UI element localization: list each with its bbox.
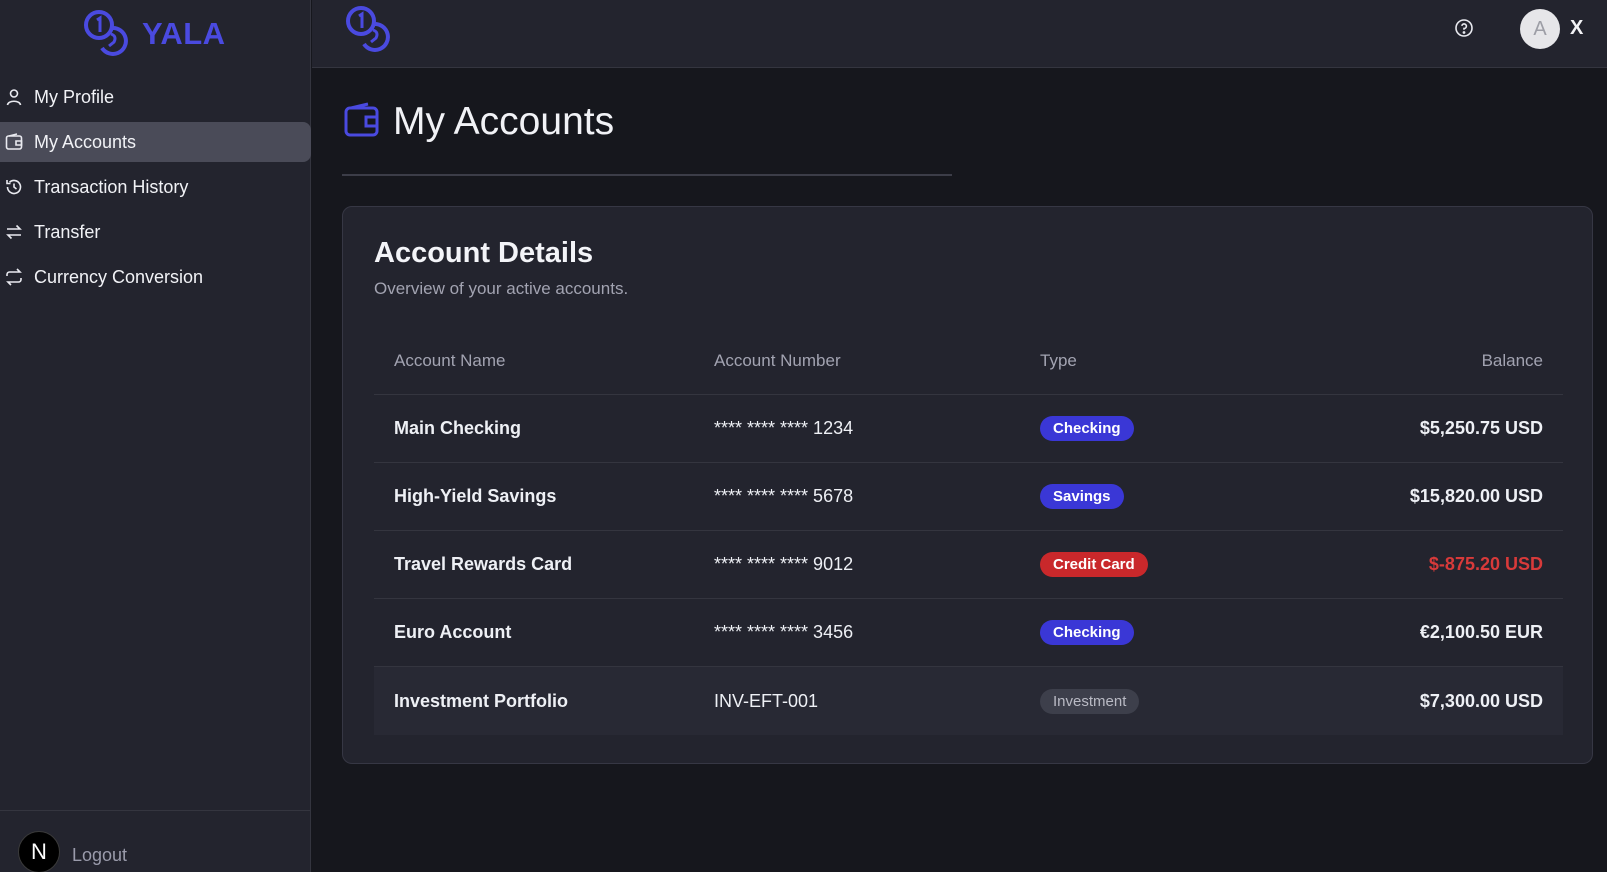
type-badge: Credit Card (1040, 552, 1148, 577)
column-header-type: Type (1040, 350, 1077, 370)
sidebar-nav: My Profile My Accounts Transaction Histo… (0, 77, 311, 302)
accounts-table: Account Name Account Number Type Balance… (374, 327, 1563, 735)
account-name: Investment Portfolio (394, 690, 569, 711)
wallet-icon (343, 101, 381, 144)
account-name: Euro Account (394, 622, 512, 642)
table-row[interactable]: Main Checking **** **** **** 1234 Checki… (374, 395, 1563, 463)
type-badge: Investment (1040, 688, 1140, 714)
account-name: High-Yield Savings (394, 486, 557, 506)
account-details-card: Account Details Overview of your active … (342, 206, 1593, 764)
account-avatar[interactable]: N (18, 831, 60, 872)
account-number: **** **** **** 1234 (714, 418, 854, 438)
account-number: **** **** **** 5678 (714, 486, 854, 506)
account-name: Travel Rewards Card (394, 554, 573, 574)
user-icon (4, 87, 24, 107)
help-circle-icon[interactable] (1453, 17, 1475, 39)
type-badge: Checking (1040, 620, 1134, 645)
sidebar-item-label: Currency Conversion (34, 266, 204, 287)
sidebar-item-label: My Accounts (34, 131, 137, 152)
wallet-icon (4, 132, 24, 152)
column-header-balance: Balance (1481, 350, 1543, 370)
user-menu-button[interactable]: X (1570, 17, 1583, 40)
topbar: A X (312, 0, 1607, 68)
logo-icon[interactable] (344, 4, 392, 57)
user-avatar[interactable]: A (1520, 9, 1560, 49)
table-row[interactable]: Travel Rewards Card **** **** **** 9012 … (374, 531, 1563, 599)
history-icon (4, 177, 24, 197)
page-header: My Accounts (343, 100, 614, 144)
column-header-account-number: Account Number (714, 350, 841, 370)
table-row[interactable]: Euro Account **** **** **** 3456 Checkin… (374, 599, 1563, 667)
sidebar-item-currency-conversion[interactable]: Currency Conversion (0, 257, 311, 297)
brand-name: YALA (142, 16, 226, 51)
table-row[interactable]: High-Yield Savings **** **** **** 5678 S… (374, 463, 1563, 531)
account-number: **** **** **** 9012 (714, 554, 854, 574)
account-balance: $-875.20 USD (1428, 554, 1543, 574)
sidebar-item-label: My Profile (34, 86, 115, 107)
account-balance: $7,300.00 USD (1419, 690, 1543, 711)
logout-button[interactable]: Logout (72, 845, 127, 866)
account-number: **** **** **** 3456 (714, 622, 854, 642)
table-row[interactable]: Investment Portfolio INV-EFT-001 Investm… (374, 667, 1563, 735)
table-header: Account Name Account Number Type Balance (374, 327, 1563, 395)
sidebar: YALA My Profile My Accounts Transaction … (0, 0, 311, 872)
logo-icon (82, 8, 130, 61)
sidebar-item-label: Transfer (34, 221, 101, 242)
card-subtitle: Overview of your active accounts. (374, 279, 629, 298)
brand[interactable]: YALA (82, 8, 226, 61)
sidebar-footer: N Logout (0, 810, 311, 872)
account-number: INV-EFT-001 (714, 690, 819, 711)
repeat-icon (4, 267, 24, 287)
type-badge: Checking (1040, 416, 1134, 441)
account-balance: $15,820.00 USD (1409, 486, 1543, 506)
account-balance: €2,100.50 EUR (1419, 622, 1543, 642)
sidebar-item-my-accounts[interactable]: My Accounts (0, 122, 311, 162)
sidebar-item-my-profile[interactable]: My Profile (0, 77, 311, 117)
card-title: Account Details (374, 237, 594, 269)
app-root: YALA My Profile My Accounts Transaction … (0, 0, 1607, 872)
account-name: Main Checking (394, 418, 522, 438)
account-balance: $5,250.75 USD (1419, 418, 1543, 438)
sidebar-item-transaction-history[interactable]: Transaction History (0, 167, 311, 207)
divider (342, 174, 952, 176)
sidebar-item-label: Transaction History (34, 176, 189, 197)
transfer-icon (4, 222, 24, 242)
column-header-account-name: Account Name (394, 350, 506, 370)
type-badge: Savings (1040, 484, 1124, 509)
sidebar-item-transfer[interactable]: Transfer (0, 212, 311, 252)
page-title: My Accounts (393, 100, 615, 143)
